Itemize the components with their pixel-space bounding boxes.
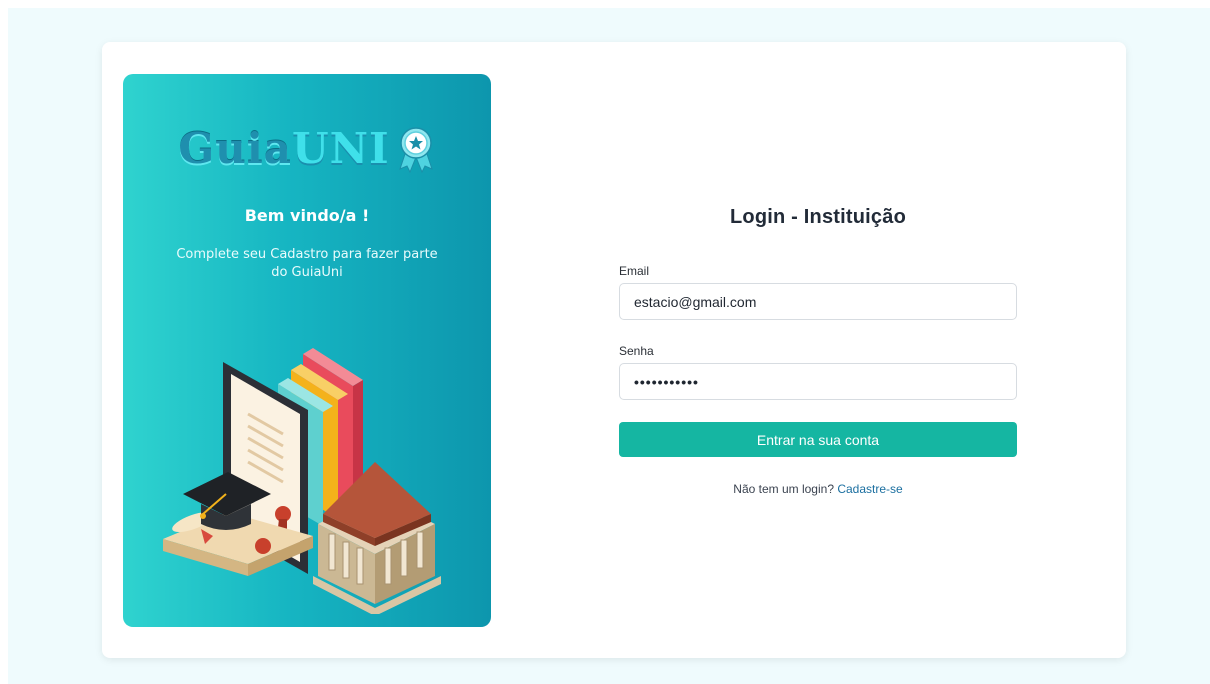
brand-uni: UNI — [291, 124, 390, 173]
password-field[interactable] — [619, 363, 1017, 400]
password-label: Senha — [619, 344, 654, 358]
signup-link[interactable]: Cadastre-se — [837, 482, 902, 496]
email-label: Email — [619, 264, 650, 278]
welcome-title: Bem vindo/a ! — [244, 206, 370, 225]
welcome-subtitle: Complete seu Cadastro para fazer parte d… — [176, 247, 438, 280]
form-title: Login - Instituição — [729, 206, 906, 228]
education-illustration — [163, 348, 441, 614]
welcome-panel: GuiaUNI Bem vindo/a ! Complete seu Cadas… — [123, 74, 491, 627]
signup-prompt-text: Não tem um login? — [733, 482, 834, 496]
brand-logo: GuiaUNI — [123, 124, 491, 173]
signup-prompt: Não tem um login? Cadastre-se — [619, 482, 1017, 496]
brand-wordmark: GuiaUNI — [178, 124, 389, 173]
login-form: Login - Instituição Email Senha Entrar n… — [619, 42, 1017, 658]
award-ribbon-icon — [398, 126, 433, 173]
login-button[interactable]: Entrar na sua conta — [619, 422, 1017, 457]
brand-guia: Guia — [178, 124, 292, 173]
email-field[interactable] — [619, 283, 1017, 320]
login-card: GuiaUNI Bem vindo/a ! Complete seu Cadas… — [102, 42, 1126, 658]
